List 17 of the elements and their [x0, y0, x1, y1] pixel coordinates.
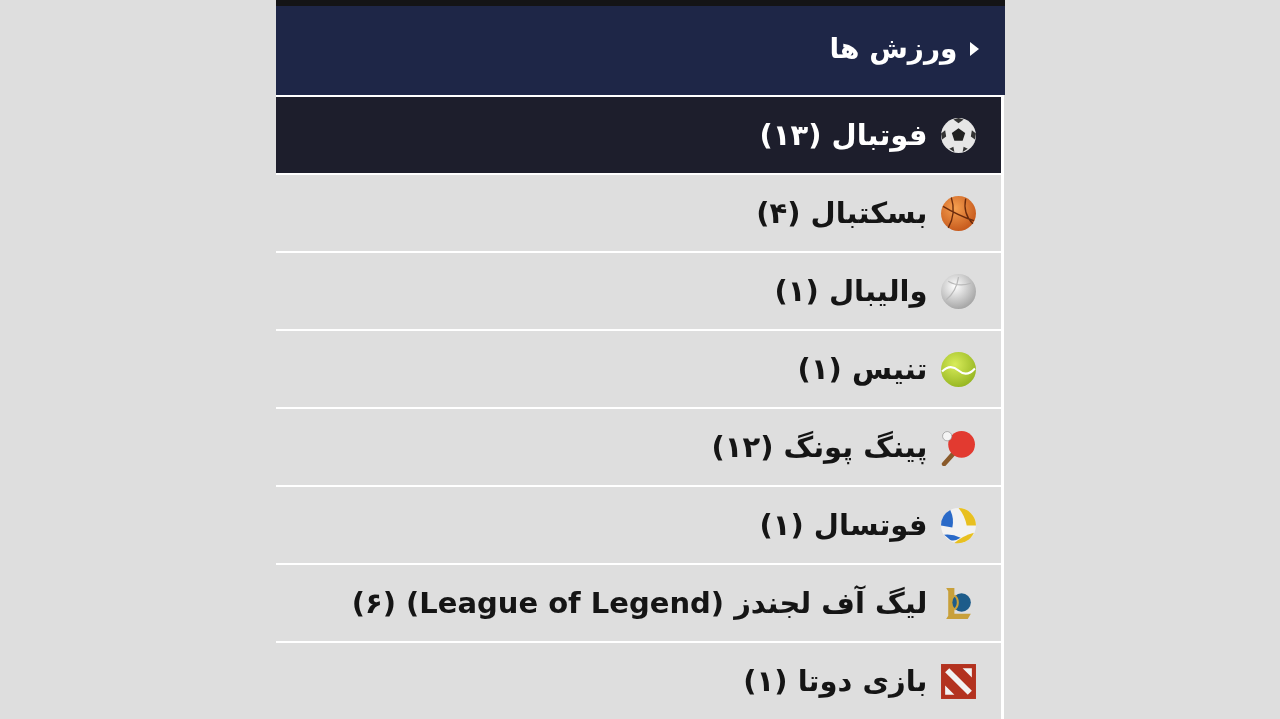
ball-icon [939, 506, 977, 544]
caret-icon [969, 41, 979, 56]
square-logo-icon [939, 662, 977, 700]
sport-menu-item[interactable]: بسکتبال (۴) [275, 173, 1004, 251]
sport-menu-item[interactable]: بازی دوتا (۱) [275, 641, 1004, 719]
tennis-ball-icon [939, 350, 977, 388]
soccer-ball-icon [939, 116, 977, 154]
sport-menu-item[interactable]: فوتبال (۱۳) [275, 95, 1004, 173]
sport-menu-item[interactable]: پینگ پونگ (۱۲) [275, 407, 1004, 485]
ping-pong-paddle-icon [939, 428, 977, 466]
sport-menu-item[interactable]: تنیس (۱) [275, 329, 1004, 407]
basketball-icon [939, 194, 977, 232]
sport-menu-item[interactable]: لیگ آف لجندز (League of Legend) (۶) [275, 563, 1004, 641]
volleyball-icon [939, 272, 977, 310]
section-title: ورزش ها [829, 32, 958, 65]
sport-menu-item[interactable]: فوتسال (۱) [275, 485, 1004, 563]
sport-menu-item[interactable]: والیبال (۱) [275, 251, 1004, 329]
